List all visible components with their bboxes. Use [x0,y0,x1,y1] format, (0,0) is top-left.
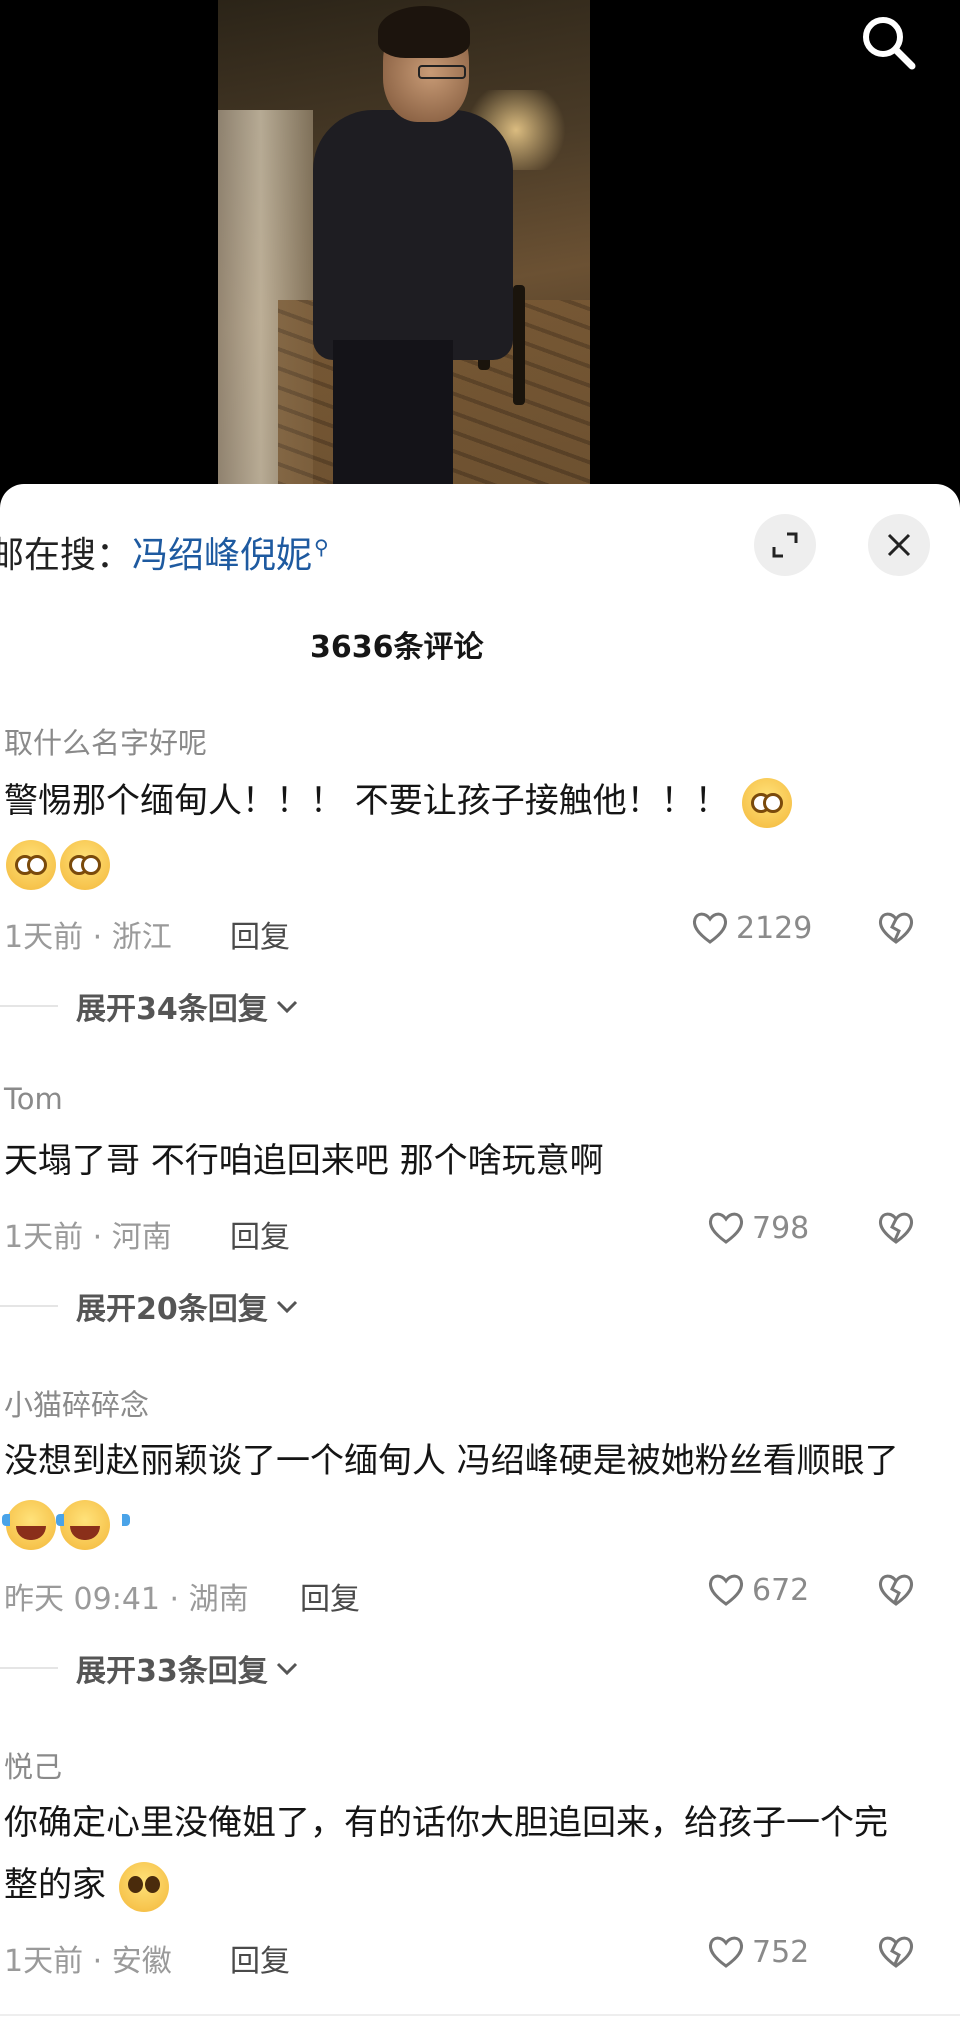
chevron-down-icon [276,1000,297,1014]
dislike-button[interactable] [876,908,916,952]
like-count: 752 [752,1934,810,1970]
divider [0,1667,58,1669]
comment-username[interactable]: Tom [4,1082,63,1116]
comment-username[interactable]: 取什么名字好呢 [4,720,207,762]
comment-text-body: 天塌了哥 不行咱追回来吧 那个啥玩意啊 [4,1141,604,1181]
expand-icon [772,532,798,558]
expand-replies-button[interactable]: 展开33条回复 [0,1646,300,1690]
like-button[interactable]: 672 [706,1570,809,1610]
comment-text: 没想到赵丽颖谈了一个缅甸人 冯绍峰硬是被她粉丝看顺眼了 [2,1430,904,1554]
expand-replies-button[interactable]: 展开34条回复 [0,984,300,1028]
like-button[interactable]: 798 [706,1208,809,1248]
comment-username[interactable]: 悦己 [4,1744,62,1786]
reply-button[interactable]: 回复 [230,912,290,956]
reply-button[interactable]: 回复 [230,1936,290,1980]
comment-count: 3636条评论 [310,630,484,665]
video-frame[interactable] [218,0,590,484]
comment-meta: 1天前 · 浙江 [4,920,172,955]
like-count: 2129 [736,910,813,946]
heart-icon [708,1936,744,1968]
broken-heart-icon [878,912,914,944]
video-person-legs [333,340,453,484]
divider [0,1305,58,1307]
searching-prefix: 邮在搜： [0,535,133,576]
like-count: 798 [752,1210,810,1246]
comment-meta: 1天前 · 河南 [4,1220,172,1255]
pleading-face-emoji [118,1861,169,1912]
close-icon [887,533,911,557]
chevron-down-icon [276,1662,297,1676]
divider [0,1005,58,1007]
expand-replies-button[interactable]: 展开20条回复 [0,1284,300,1328]
heart-icon [692,912,728,944]
search-small-icon: ⚲ [314,535,329,559]
video-person-glasses [418,65,466,79]
dizzy-face-emoji [6,839,56,890]
like-button[interactable]: 752 [706,1932,809,1972]
divider [0,2014,960,2016]
reply-button[interactable]: 回复 [300,1574,360,1618]
comment-text: 警惕那个缅甸人！！！ 不要让孩子接触他！！！ [4,770,904,894]
broken-heart-icon [878,1936,914,1968]
dislike-button[interactable] [876,1570,916,1614]
close-button[interactable] [868,514,930,576]
comment-meta: 1天前 · 安徽 [4,1944,172,1979]
video-person-hair [378,6,470,58]
searching-banner[interactable]: 邮在搜：冯绍峰倪妮 ⚲ [0,526,329,578]
broken-heart-icon [878,1212,914,1244]
comment-meta: 昨天 09:41 · 湖南 [4,1582,249,1617]
laugh-cry-emoji [56,1499,130,1550]
expand-replies-label: 展开33条回复 [76,1654,268,1689]
chevron-down-icon [276,1300,297,1314]
video-person-body [313,110,513,360]
dizzy-face-emoji [60,839,110,890]
like-button[interactable]: 2129 [690,908,812,948]
like-count: 672 [752,1572,810,1608]
video-bollard [513,285,525,405]
comment-sheet: 邮在搜：冯绍峰倪妮 ⚲ 3636条评论 取什么名字好呢 警惕那个缅甸人！！！ 不要… [0,484,960,2031]
search-icon[interactable] [856,10,920,74]
searching-keyword[interactable]: 冯绍峰倪妮 [132,535,312,576]
expand-button[interactable] [754,514,816,576]
comment-username[interactable]: 小猫碎碎念 [4,1382,149,1424]
comment-text: 天塌了哥 不行咱追回来吧 那个啥玩意啊 [4,1130,904,1192]
dislike-button[interactable] [876,1932,916,1976]
comment-text: 你确定心里没俺姐了，有的话你大胆追回来，给孩子一个完整的家 [4,1792,904,1916]
expand-replies-label: 展开34条回复 [76,992,268,1027]
heart-icon [708,1212,744,1244]
reply-button[interactable]: 回复 [230,1212,290,1256]
broken-heart-icon [878,1574,914,1606]
comment-text-body: 警惕那个缅甸人！！！ 不要让孩子接触他！！！ [4,781,729,821]
heart-icon [708,1574,744,1606]
laugh-cry-emoji [2,1499,76,1550]
video-player[interactable] [0,0,960,484]
dislike-button[interactable] [876,1208,916,1252]
dizzy-face-emoji [741,777,792,828]
expand-replies-label: 展开20条回复 [76,1292,268,1327]
comment-text-body: 没想到赵丽颖谈了一个缅甸人 冯绍峰硬是被她粉丝看顺眼了 [4,1441,899,1481]
